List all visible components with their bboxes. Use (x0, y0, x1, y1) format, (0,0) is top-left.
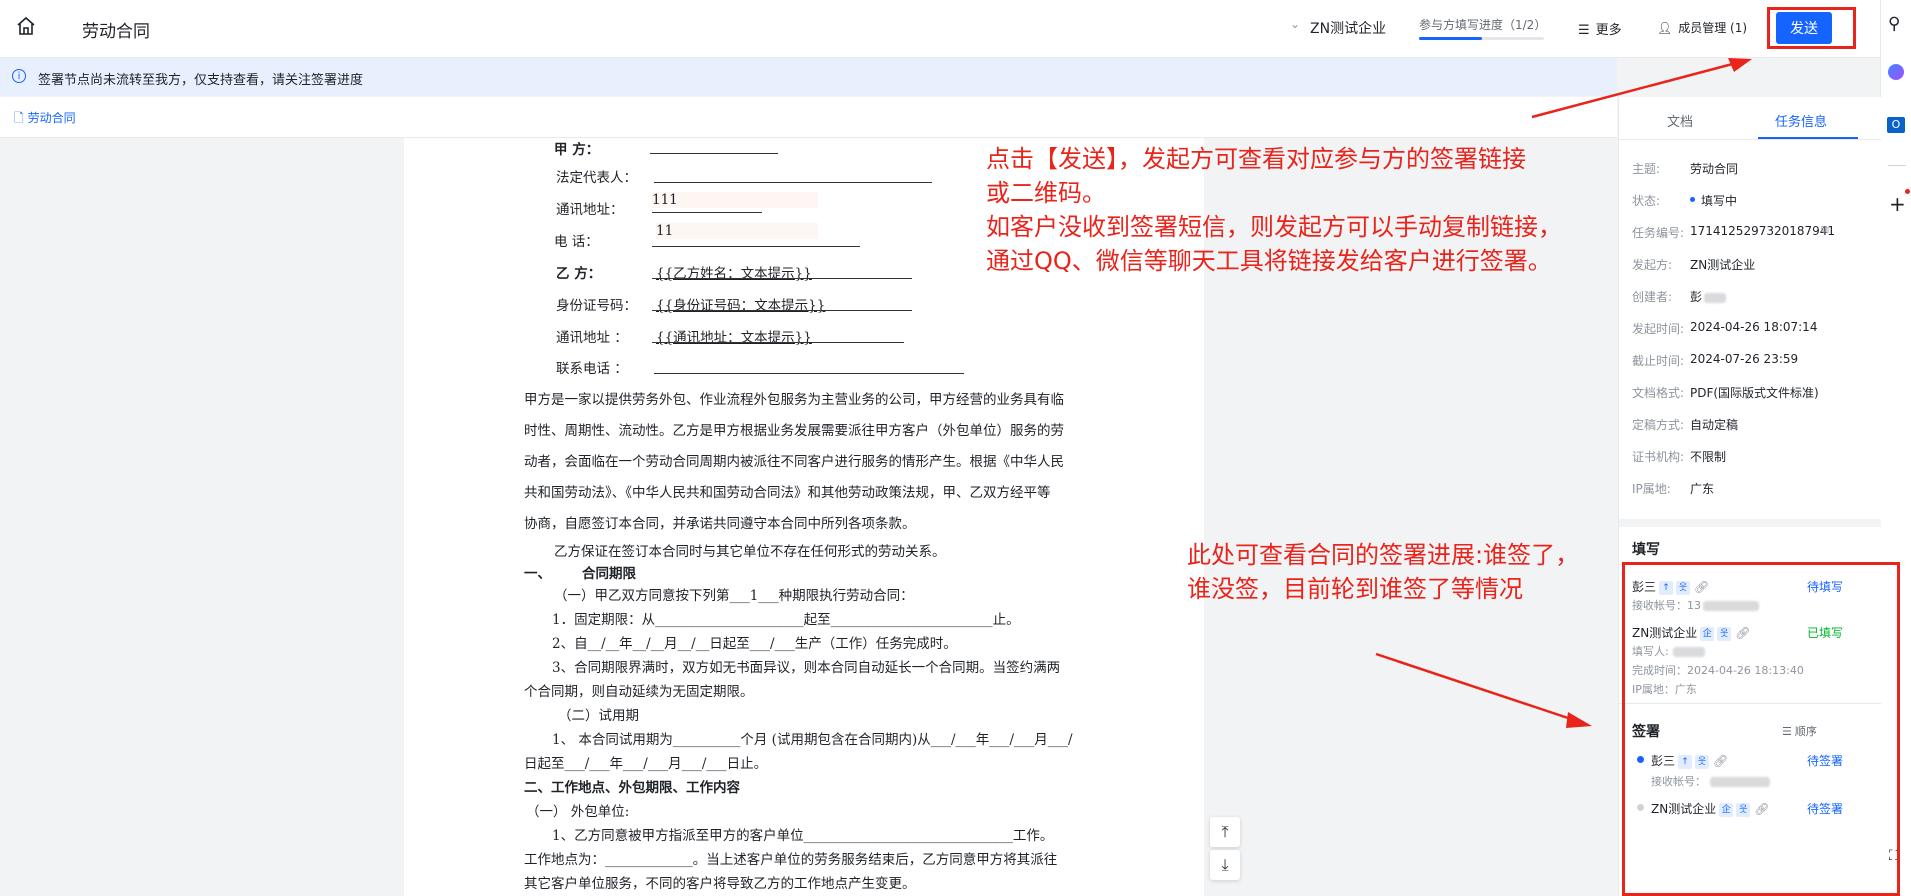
field-task-no-value: 1714125297320187941 (1690, 224, 1836, 238)
field-deadline-key: 截止时间: (1632, 354, 1685, 368)
field-cert-key: 证书机构: (1632, 450, 1685, 464)
field-ip-value: 广东 (1690, 482, 1715, 496)
field-subject-key: 主题: (1632, 162, 1661, 176)
field-cert-value: 不限制 (1690, 450, 1727, 464)
field-subject-value: 劳动合同 (1690, 162, 1739, 176)
field-format-value: PDF(国际版式文件标准) (1690, 386, 1819, 400)
field-format-key: 文档格式: (1632, 386, 1685, 400)
field-finalize-value: 自动定稿 (1690, 418, 1739, 432)
field-ip-key: IP属地: (1632, 482, 1671, 496)
status-dot (1690, 197, 1695, 202)
field-start-key: 发起时间: (1632, 322, 1685, 336)
creator-name: 彭 (1690, 290, 1703, 304)
progress-highlight-box (1622, 562, 1900, 896)
fill-section-title: 填写 (1632, 542, 1660, 558)
field-initiator-key: 发起方: (1632, 258, 1673, 272)
field-status-value: 填写中 (1701, 194, 1738, 208)
field-start-value: 2024-04-26 18:07:14 (1690, 320, 1818, 334)
field-creator-value: 彭 (1690, 288, 1727, 305)
redacted-block (1704, 292, 1727, 303)
tab-document[interactable]: 文档 (1667, 111, 1693, 130)
field-initiator-value: ZN测试企业 (1690, 258, 1756, 272)
tab-task-info[interactable]: 任务信息 (1775, 111, 1827, 130)
field-task-no-key: 任务编号: (1632, 226, 1685, 240)
tab-divider (1619, 139, 1881, 140)
field-status-key: 状态: (1632, 194, 1661, 208)
field-creator-key: 创建者: (1632, 290, 1673, 304)
field-finalize-key: 定稿方式: (1632, 418, 1685, 432)
copy-icon[interactable]: ⧉ (1821, 223, 1829, 237)
section-gap (1619, 519, 1881, 527)
field-deadline-value: 2024-07-26 23:59 (1690, 352, 1799, 366)
